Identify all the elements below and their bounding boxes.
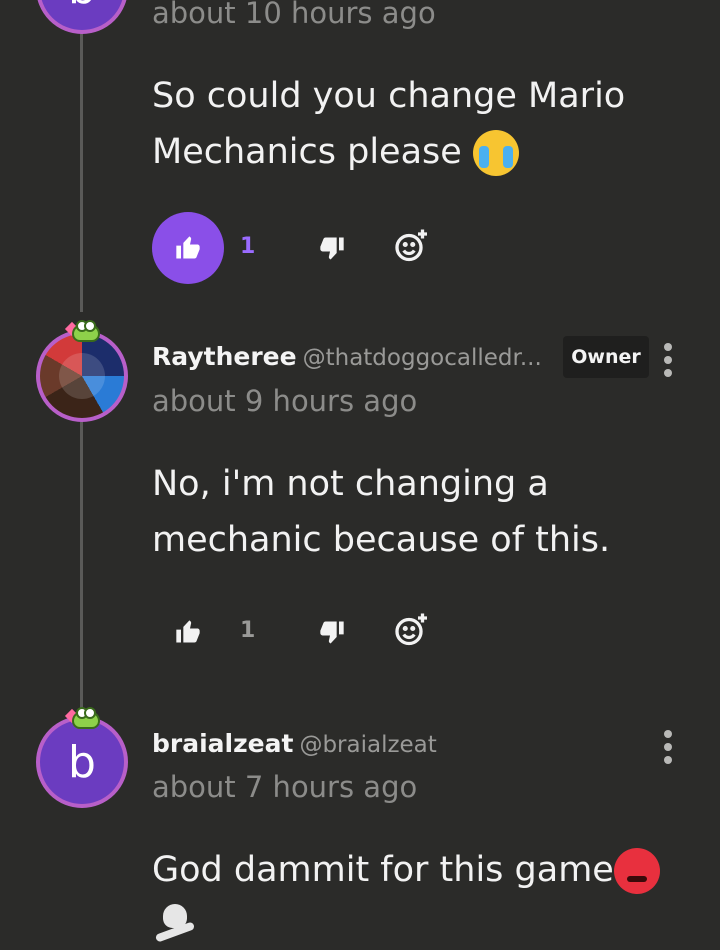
comment-text: God dammit for this game — [152, 850, 614, 890]
comment-author[interactable]: braialzeat @braialzeat — [152, 729, 437, 758]
comment-body: No, i'm not changing a mechanic because … — [152, 464, 611, 560]
add-reaction-icon — [395, 613, 427, 646]
comment-actions: 1 — [152, 212, 452, 284]
comment-actions: 1 — [152, 596, 452, 668]
angry-face-emoji — [613, 848, 660, 894]
add-reaction-button[interactable] — [392, 610, 432, 650]
dislike-button[interactable] — [314, 230, 350, 266]
avatar-letter: b — [68, 736, 96, 788]
comment-timestamp: about 7 hours ago — [152, 770, 418, 804]
avatar-face — [59, 353, 105, 399]
more-options-button[interactable] — [662, 730, 674, 764]
user-handle[interactable]: @braialzeat — [299, 732, 436, 758]
thumbs-down-icon — [320, 621, 344, 644]
add-reaction-button[interactable] — [392, 226, 432, 266]
avatar[interactable]: b — [36, 0, 128, 34]
like-button[interactable] — [152, 212, 224, 284]
comment-author[interactable]: Raytheree @thatdoggocalledr... — [152, 342, 542, 371]
thumbs-up-icon — [176, 620, 200, 643]
comment-text: So could you change Mario Mechanics plea… — [152, 76, 626, 172]
more-options-button[interactable] — [662, 343, 674, 377]
skull-crossbones-emoji — [152, 898, 198, 944]
frog-icon — [72, 707, 100, 729]
user-handle[interactable]: @thatdoggocalledr... — [303, 345, 542, 371]
avatar[interactable]: b — [36, 716, 128, 808]
comment-timestamp: about 9 hours ago — [152, 384, 418, 418]
thumbs-down-icon — [320, 237, 344, 260]
thread-line — [80, 420, 83, 710]
like-button[interactable] — [152, 596, 224, 668]
username[interactable]: braialzeat — [152, 729, 293, 758]
like-count: 1 — [240, 234, 256, 259]
avatar[interactable] — [36, 330, 128, 422]
thread-line — [80, 0, 83, 312]
crying-face-emoji — [472, 130, 519, 176]
comment-thread: b about 10 hours ago So could you change… — [0, 0, 720, 950]
dislike-button[interactable] — [314, 614, 350, 650]
like-count: 1 — [240, 618, 256, 643]
username[interactable]: Raytheree — [152, 342, 297, 371]
add-reaction-icon — [395, 229, 427, 262]
comment-body: God dammit for this game — [152, 842, 692, 950]
frog-icon — [72, 320, 100, 342]
comment-body: So could you change Mario Mechanics plea… — [152, 68, 672, 180]
owner-badge: Owner — [563, 336, 649, 378]
comment-timestamp: about 10 hours ago — [152, 0, 436, 30]
thumbs-up-icon — [176, 236, 200, 259]
